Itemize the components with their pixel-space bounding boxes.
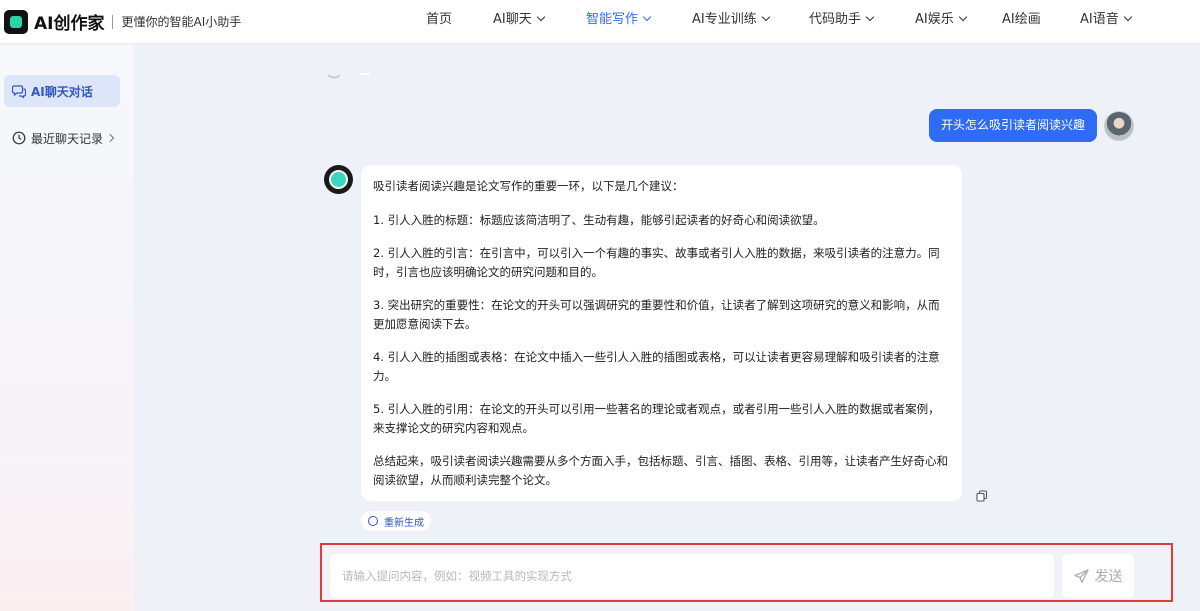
bot-paragraph: 3. 突出研究的重要性：在论文的开头可以强调研究的重要性和价值，让读者了解到这项… (373, 298, 940, 331)
copy-icon[interactable] (976, 487, 988, 502)
user-message-bubble: 开头怎么吸引读者阅读兴趣 (928, 109, 1097, 142)
nav-label: 首页 (426, 12, 453, 27)
nav-label: AI专业训练 (692, 12, 757, 27)
chevron-down-icon (865, 12, 875, 22)
nav-label: AI绘画 (1002, 12, 1041, 27)
nav-item-ai-painting[interactable]: AI绘画 (1002, 0, 1041, 44)
send-label: 发送 (1094, 569, 1123, 585)
chevron-down-icon (761, 12, 770, 22)
bot-paragraph: 2. 引人入胜的引言：在引言中，可以引入一个有趣的事实、故事或者引人入胜的数据，… (373, 246, 940, 279)
nav-label: AI娱乐 (915, 12, 954, 27)
nav-label: AI聊天 (493, 12, 532, 27)
question-input[interactable] (330, 554, 1054, 598)
send-icon (1073, 568, 1089, 583)
nav-label: AI语音 (1080, 12, 1119, 27)
nav-item-ai-entertainment[interactable]: AI娱乐 (915, 0, 967, 44)
chat-bubbles-icon (12, 84, 26, 98)
nav-item-smart-writing[interactable]: 智能写作 (586, 0, 652, 44)
nav-item-code-assistant[interactable]: 代码助手 (809, 0, 875, 44)
bot-avatar (324, 165, 353, 194)
bot-avatar-icon (329, 170, 348, 189)
nav-label: 代码助手 (809, 12, 862, 27)
sidebar-item-recent-chats[interactable]: 最近聊天记录 (4, 122, 120, 154)
nav-label: 智能写作 (586, 12, 639, 27)
scrolled-message-remnant (327, 73, 370, 79)
clock-icon (12, 131, 26, 145)
bot-message-bubble: 吸引读者阅读兴趣是论文写作的重要一环，以下是几个建议： 1. 引人入胜的标题：标… (361, 165, 962, 501)
chevron-down-icon (536, 12, 545, 22)
bot-paragraph: 5. 引人入胜的引用：在论文的开头可以引用一些著名的理论或者观点，或者引用一些引… (373, 402, 940, 435)
nav-item-ai-training[interactable]: AI专业训练 (692, 0, 770, 44)
sidebar: AI聊天对话 最近聊天记录 (0, 45, 134, 611)
sidebar-item-label: AI聊天对话 (31, 84, 93, 99)
sidebar-item-label: 最近聊天记录 (31, 131, 104, 146)
chevron-down-icon (642, 12, 652, 22)
regenerate-label: 重新生成 (384, 517, 424, 529)
nav-item-home[interactable]: 首页 (426, 0, 452, 44)
regenerate-button[interactable]: 重新生成 (361, 511, 431, 531)
sidebar-item-ai-chat[interactable]: AI聊天对话 (4, 75, 120, 107)
bot-paragraph: 4. 引人入胜的插图或表格：在论文中插入一些引人入胜的插图或表格，可以让读者更容… (373, 350, 940, 383)
top-header: AI创作家 更懂你的智能AI小助手 首页 AI聊天 智能写作 AI专业训练 代码… (0, 0, 1200, 44)
bot-paragraph: 1. 引人入胜的标题：标题应该简洁明了、生动有趣，能够引起读者的好奇心和阅读欲望… (373, 212, 825, 227)
regenerate-icon (368, 516, 378, 526)
bot-paragraph: 总结起来，吸引读者阅读兴趣需要从多个方面入手，包括标题、引言、插图、表格、引用等… (373, 454, 948, 487)
nav-item-ai-voice[interactable]: AI语音 (1080, 0, 1132, 44)
bot-paragraph: 吸引读者阅读兴趣是论文写作的重要一环，以下是几个建议： (373, 179, 684, 193)
composer: 发送 (320, 543, 1173, 602)
user-message-row: 开头怎么吸引读者阅读兴趣 (928, 109, 1134, 142)
send-button[interactable]: 发送 (1062, 554, 1134, 598)
nav-item-ai-chat[interactable]: AI聊天 (493, 0, 545, 44)
main-nav: 首页 AI聊天 智能写作 AI专业训练 代码助手 AI娱乐 AI绘画 AI语音 (0, 0, 1200, 44)
chevron-right-icon (105, 133, 115, 143)
chat-area[interactable]: 开头怎么吸引读者阅读兴趣 吸引读者阅读兴趣是论文写作的重要一环，以下是几个建议：… (134, 45, 1200, 611)
chevron-down-icon (958, 12, 967, 22)
user-avatar (1104, 110, 1134, 141)
chevron-down-icon (1123, 12, 1132, 22)
